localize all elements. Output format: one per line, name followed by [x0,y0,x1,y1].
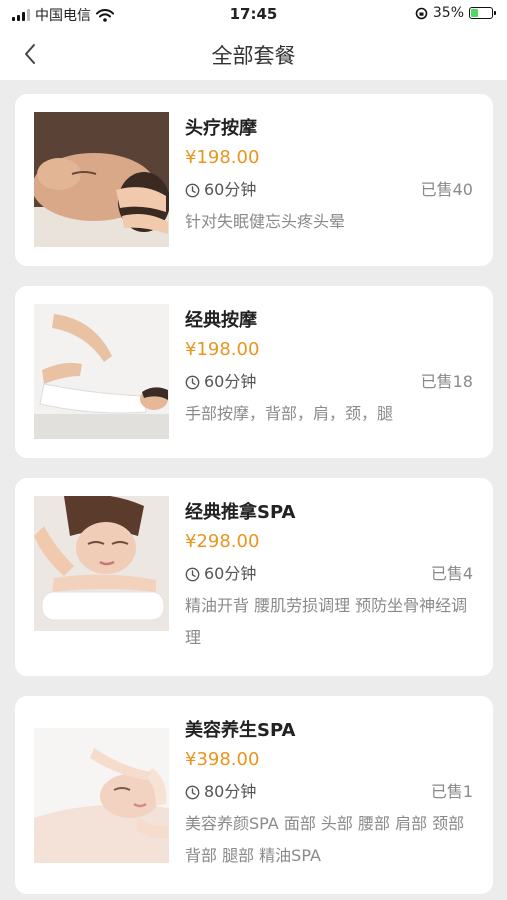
package-sold-count: 已售4 [430,564,473,583]
clock-icon [185,375,200,389]
clock-icon [185,567,200,581]
package-description: 精油开背 腰肌劳损调理 预防坐骨神经调理 [185,596,468,647]
battery-percent: 35% [432,5,464,21]
package-description: 美容养颜SPA 面部 头部 腰部 肩部 颈部 背部 腿部 精油SPA [185,814,465,865]
facial-spa-photo [34,728,169,863]
status-right: 35% [415,5,496,21]
package-name: 经典推拿SPA [185,502,296,523]
package-card[interactable]: 美容养生SPA ¥398.00 80分钟 已售1 美容养颜SPA 面部 头部 腰… [15,696,493,894]
package-card[interactable]: 经典推拿SPA ¥298.00 60分钟 已售4 精油开背 腰肌劳损调理 预防坐… [15,478,493,676]
package-name: 头疗按摩 [185,118,257,139]
orientation-lock-icon [415,7,428,19]
package-price: ¥298.00 [185,531,260,552]
package-sold-count: 已售18 [420,372,473,391]
package-duration: 60分钟 [204,564,257,583]
status-bar: 中国电信 17:45 35% [0,0,507,28]
package-price: ¥198.00 [185,339,260,360]
battery-fill [471,9,478,17]
package-price: ¥398.00 [185,749,260,770]
back-massage-photo [34,304,169,439]
package-name: 经典按摩 [185,310,257,331]
package-duration: 80分钟 [204,782,257,801]
head-massage-photo [34,112,169,247]
package-card[interactable]: 经典按摩 ¥198.00 60分钟 已售18 手部按摩，背部，肩，颈，腿 [15,286,493,458]
spa-massage-photo [34,496,169,631]
package-name: 美容养生SPA [185,720,296,741]
package-duration: 60分钟 [204,372,257,391]
package-price: ¥198.00 [185,147,260,168]
package-sold-count: 已售1 [430,782,473,801]
package-duration: 60分钟 [204,180,257,199]
nav-bar: 全部套餐 [0,28,507,80]
package-sold-count: 已售40 [420,180,473,199]
battery-icon [469,7,496,19]
package-description: 手部按摩，背部，肩，颈，腿 [185,404,394,423]
package-description: 针对失眠健忘头疼头晕 [185,212,346,231]
clock-icon [185,785,200,799]
package-card[interactable]: 头疗按摩 ¥198.00 60分钟 已售40 针对失眠健忘头疼头晕 [15,94,493,266]
clock-icon [185,183,200,197]
page-title: 全部套餐 [211,44,296,68]
